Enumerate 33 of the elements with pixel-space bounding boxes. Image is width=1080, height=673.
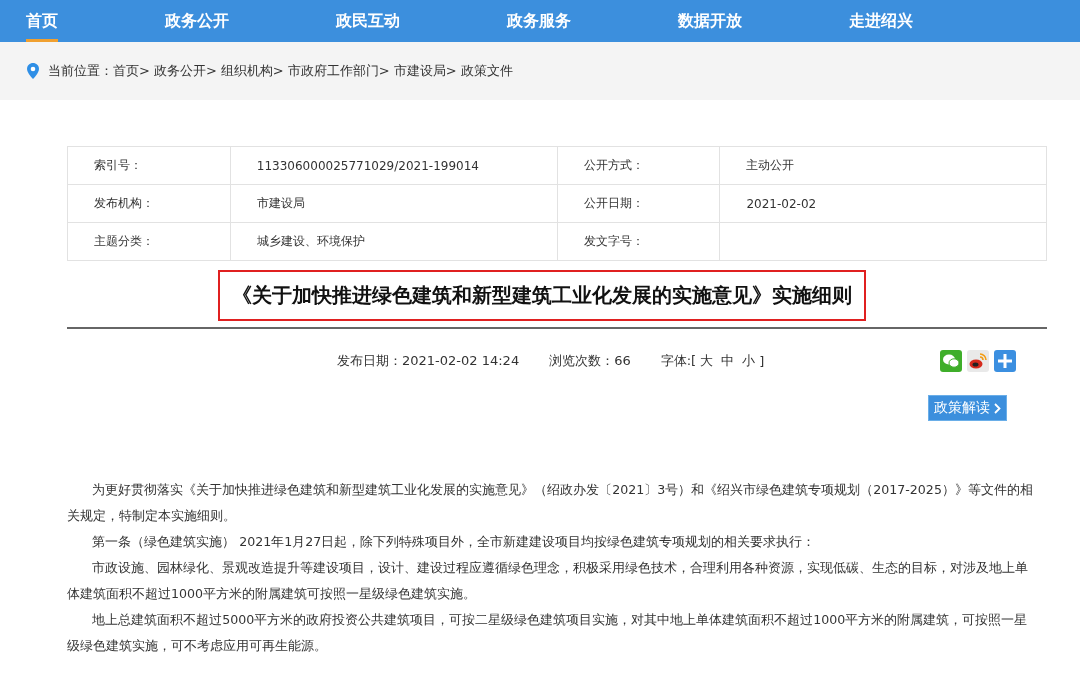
table-cell: 公开方式： <box>557 146 720 185</box>
table-cell: 2021-02-02 <box>719 184 1047 223</box>
font-size-link[interactable]: 中 <box>721 352 735 370</box>
font-size-link[interactable]: 小 <box>742 352 756 370</box>
table-cell: 索引号： <box>67 146 231 185</box>
breadcrumb-link[interactable]: 政务公开> <box>153 62 217 80</box>
body-paragraph: 第一条（绿色建筑实施） 2021年1月27日起，除下列特殊项目外，全市新建建设项目均按绿色建筑专项规划的相关要求执行： <box>91 533 817 551</box>
table-cell: 公开日期： <box>557 184 720 223</box>
location-pin-icon <box>27 63 39 79</box>
breadcrumb-link[interactable]: 市建设局> <box>393 62 457 80</box>
breadcrumb-link[interactable]: 首页> <box>113 62 150 80</box>
font-size-label: 字体:[ <box>660 352 697 370</box>
publish-date: 发布日期：2021-02-02 14:24 <box>337 352 520 370</box>
breadcrumb-link[interactable]: 市政府工作部门> <box>287 62 390 80</box>
breadcrumb-label: 当前位置： <box>48 62 113 80</box>
body-paragraph: 为更好贯彻落实《关于加快推进绿色建筑和新型建筑工业化发展的实施意见》（绍政办发〔2021〕3号）和《绍兴市绿色建筑专项规划（2017-2025）》等文件的相关规定，特制定本实施细则。 <box>67 481 1034 525</box>
table-cell: 城乡建设、环境保护 <box>230 222 558 261</box>
table-cell: 市建设局 <box>230 184 558 223</box>
body-paragraph: 市政设施、园林绿化、景观改造提升等建设项目，设计、建设过程应遵循绿色理念，积极采用绿色技术，合理利用各种资源，实现低碳、生态的目标，对涉及地上单体建筑面积不超过1000平方米的附属建筑可按照一星级绿色建筑实施。 <box>67 559 1030 603</box>
table-cell: 发布机构： <box>67 184 231 223</box>
document-title: 《关于加快推进绿色建筑和新型建筑工业化发展的实施意见》实施细则 <box>218 270 866 321</box>
table-cell: 发文字号： <box>557 222 720 261</box>
chevron-right-icon <box>994 402 1001 414</box>
breadcrumb-link[interactable]: 组织机构> <box>220 62 284 80</box>
view-count: 浏览次数：66 <box>549 352 631 370</box>
body-paragraph: 地上总建筑面积不超过5000平方米的政府投资公共建筑项目，可按二星级绿色建筑项目实施，对其中地上单体建筑面积不超过1000平方米的附属建筑，可按照一星级绿色建筑实施，可不考虑应用可再生能源。 <box>67 611 1029 655</box>
table-cell: 113306000025771029/2021-199014 <box>230 146 558 185</box>
table-cell: 主动公开 <box>719 146 1047 185</box>
table-cell: 主题分类： <box>67 222 231 261</box>
eye-signal-icon[interactable] <box>967 350 990 372</box>
font-size-link[interactable]: 大 <box>700 352 714 370</box>
font-size-bracket: ] <box>759 353 765 369</box>
breadcrumb-link[interactable]: 政策文件 <box>460 62 513 80</box>
